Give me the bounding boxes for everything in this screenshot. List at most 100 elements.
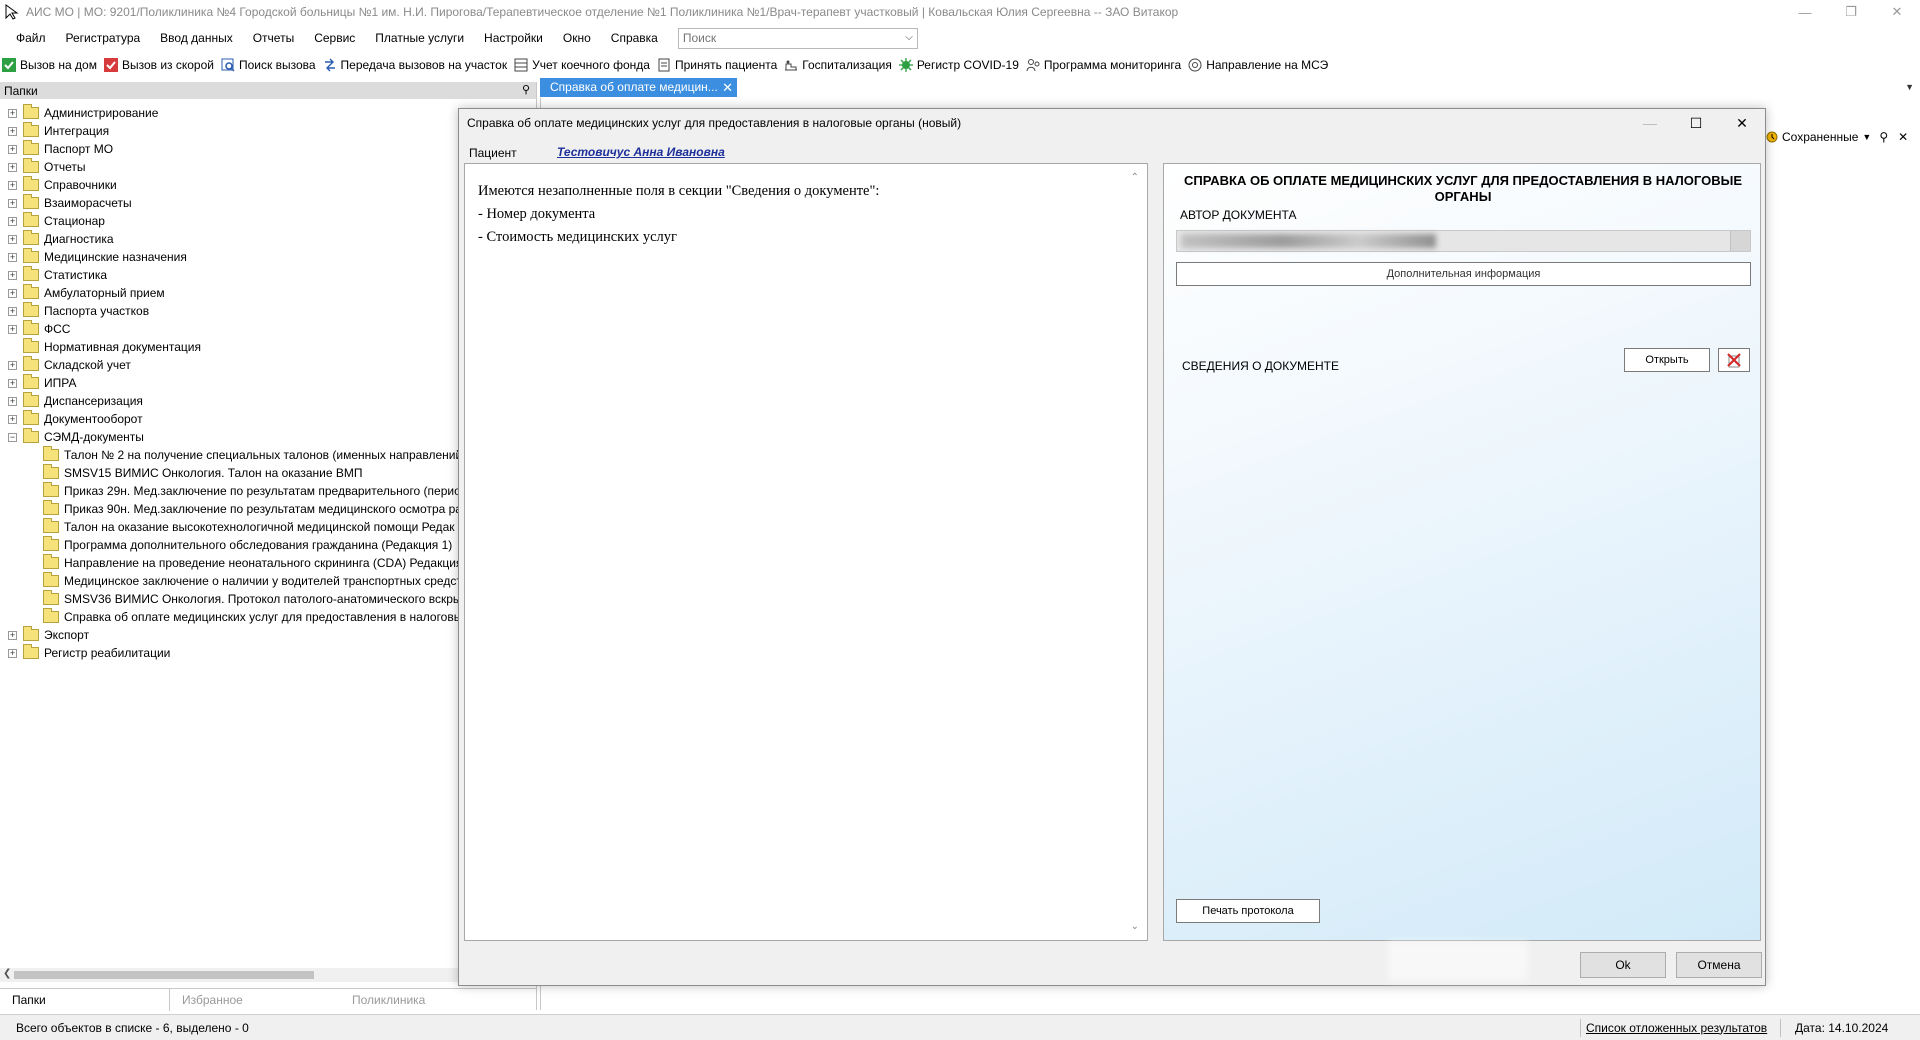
menu-file[interactable]: Файл xyxy=(0,24,56,52)
close-icon[interactable]: ✕ xyxy=(1874,0,1920,24)
expand-icon[interactable]: + xyxy=(8,126,17,136)
expand-icon[interactable]: + xyxy=(8,414,17,424)
search-input[interactable] xyxy=(678,28,889,48)
tree-folder-item[interactable]: + Складской учет xyxy=(0,356,537,374)
accept-patient-button[interactable]: Принять пациента xyxy=(655,54,782,76)
expand-icon[interactable]: + xyxy=(8,630,17,640)
tab-folders[interactable]: Папки xyxy=(0,989,170,1011)
tree-folder-item[interactable]: + Регистр реабилитации xyxy=(0,644,537,662)
expand-icon[interactable]: + xyxy=(8,396,17,406)
expand-icon[interactable]: + xyxy=(8,234,17,244)
tab-polyclinic[interactable]: Поликлиника xyxy=(340,989,510,1011)
horizontal-scrollbar[interactable]: ❮ xyxy=(0,968,537,982)
menu-help[interactable]: Справка xyxy=(601,24,668,52)
tree-folder-item[interactable]: + Справочники xyxy=(0,176,537,194)
tree-child-item[interactable]: Справка об оплате медицинских услуг для … xyxy=(0,608,537,626)
tree-folder-item[interactable]: + Паспорт МО xyxy=(0,140,537,158)
author-field[interactable] xyxy=(1176,230,1751,252)
expand-icon[interactable]: + xyxy=(8,144,17,154)
ok-button[interactable]: Ok xyxy=(1580,952,1666,978)
menu-registry[interactable]: Регистратура xyxy=(56,24,151,52)
menu-window[interactable]: Окно xyxy=(553,24,601,52)
mse-referral-button[interactable]: Направление на МСЭ xyxy=(1186,54,1333,76)
hospitalization-button[interactable]: Госпитализация xyxy=(782,54,897,76)
scroll-up-icon[interactable]: ⌃ xyxy=(1131,172,1139,183)
monitoring-program-button[interactable]: Программа мониторинга xyxy=(1024,54,1186,76)
expand-icon[interactable]: + xyxy=(8,288,17,298)
open-button[interactable]: Открыть xyxy=(1624,348,1710,372)
expand-icon[interactable]: + xyxy=(8,306,17,316)
expand-icon[interactable]: + xyxy=(8,108,17,118)
tree-child-item[interactable]: Приказ 90н. Мед.заключение по результата… xyxy=(0,500,537,518)
expand-icon[interactable]: + xyxy=(8,162,17,172)
minimize-icon[interactable]: — xyxy=(1627,109,1673,137)
tree-child-item[interactable]: Талон на оказание высокотехнологичной ме… xyxy=(0,518,537,536)
scroll-down-icon[interactable]: ⌄ xyxy=(1131,921,1139,932)
patient-link[interactable]: Тестовичус Анна Ивановна xyxy=(557,145,725,159)
close-icon[interactable]: ✕ xyxy=(1719,109,1765,137)
collapse-icon[interactable]: − xyxy=(8,432,17,442)
ambulance-call-button[interactable]: Вызов из скорой xyxy=(102,54,219,76)
tree-child-item[interactable]: Направление на проведение неонатального … xyxy=(0,554,537,572)
saved-dropdown[interactable]: Сохраненные ▼ ⚲ ✕ xyxy=(1765,128,1908,146)
bed-fund-button[interactable]: Учет коечного фонда xyxy=(512,54,655,76)
menu-service[interactable]: Сервис xyxy=(304,24,365,52)
print-protocol-button[interactable]: Печать протокола xyxy=(1176,899,1320,923)
maximize-icon[interactable]: ☐ xyxy=(1673,109,1719,137)
tree-child-item[interactable]: Приказ 29н. Мед.заключение по результата… xyxy=(0,482,537,500)
expand-icon[interactable]: + xyxy=(8,270,17,280)
chevron-down-icon[interactable]: ⌵ xyxy=(905,32,913,43)
tabs-menu-arrow-icon[interactable]: ▼ xyxy=(1905,82,1914,92)
home-call-button[interactable]: Вызов на дом xyxy=(0,54,102,76)
tree-folder-item[interactable]: + Отчеты xyxy=(0,158,537,176)
tab-certificate-document[interactable]: Справка об оплате медицин... ✕ xyxy=(540,78,737,97)
cancel-button[interactable]: Отмена xyxy=(1676,952,1762,978)
search-call-button[interactable]: Поиск вызова xyxy=(219,54,321,76)
tree-folder-item[interactable]: + Взаиморасчеты xyxy=(0,194,537,212)
covid-register-button[interactable]: Регистр COVID-19 xyxy=(897,54,1024,76)
expand-icon[interactable]: + xyxy=(8,648,17,658)
tree-folder-item[interactable]: + Интеграция xyxy=(0,122,537,140)
tree-folder-item[interactable]: − СЭМД-документы xyxy=(0,428,537,446)
tree-child-item[interactable]: SMSV15 ВИМИС Онкология. Талон на оказани… xyxy=(0,464,537,482)
menu-paid-services[interactable]: Платные услуги xyxy=(365,24,474,52)
additional-info-button[interactable]: Дополнительная информация xyxy=(1176,262,1751,286)
author-dropdown-button[interactable] xyxy=(1730,231,1750,251)
tree-folder-item[interactable]: + Амбулаторный прием xyxy=(0,284,537,302)
expand-icon[interactable]: + xyxy=(8,180,17,190)
expand-icon[interactable]: + xyxy=(8,378,17,388)
tree-folder-item[interactable]: Нормативная документация xyxy=(0,338,537,356)
pin-icon[interactable]: ⚲ xyxy=(522,83,530,96)
transfer-calls-button[interactable]: Передача вызовов на участок xyxy=(321,54,513,76)
close-tab-icon[interactable]: ✕ xyxy=(722,78,733,97)
menu-settings[interactable]: Настройки xyxy=(474,24,553,52)
tree-folder-item[interactable]: + Стационар xyxy=(0,212,537,230)
minimize-icon[interactable]: — xyxy=(1782,0,1828,24)
tree-folder-item[interactable]: + Экспорт xyxy=(0,626,537,644)
tree-folder-item[interactable]: + ИПРА xyxy=(0,374,537,392)
restore-icon[interactable]: ❐ xyxy=(1828,0,1874,24)
search-box[interactable]: ⌵ xyxy=(677,27,918,49)
delete-button[interactable] xyxy=(1718,348,1750,372)
tree-folder-item[interactable]: + Паспорта участков xyxy=(0,302,537,320)
tree-folder-item[interactable]: + Статистика xyxy=(0,266,537,284)
menu-data-input[interactable]: Ввод данных xyxy=(150,24,243,52)
expand-icon[interactable]: + xyxy=(8,216,17,226)
pin-icon[interactable]: ⚲ xyxy=(1879,130,1888,144)
scrollbar-thumb[interactable] xyxy=(14,971,314,979)
tree-folder-item[interactable]: + ФСС xyxy=(0,320,537,338)
tree-folder-item[interactable]: + Диспансеризация xyxy=(0,392,537,410)
expand-icon[interactable]: + xyxy=(8,252,17,262)
tree-folder-item[interactable]: + Администрирование xyxy=(0,104,537,122)
scroll-left-icon[interactable]: ❮ xyxy=(3,968,11,979)
tree-child-item[interactable]: SMSV36 ВИМИС Онкология. Протокол патолог… xyxy=(0,590,537,608)
tree-child-item[interactable]: Программа дополнительного обследования г… xyxy=(0,536,537,554)
expand-icon[interactable]: + xyxy=(8,324,17,334)
tree-folder-item[interactable]: + Медицинские назначения xyxy=(0,248,537,266)
tab-favorites[interactable]: Избранное xyxy=(170,989,340,1011)
tree-child-item[interactable]: Талон № 2 на получение специальных талон… xyxy=(0,446,537,464)
tree-child-item[interactable]: Медицинское заключение о наличии у водит… xyxy=(0,572,537,590)
expand-icon[interactable]: + xyxy=(8,360,17,370)
deferred-results-link[interactable]: Список отложенных результатов xyxy=(1586,1021,1767,1035)
menu-reports[interactable]: Отчеты xyxy=(243,24,304,52)
